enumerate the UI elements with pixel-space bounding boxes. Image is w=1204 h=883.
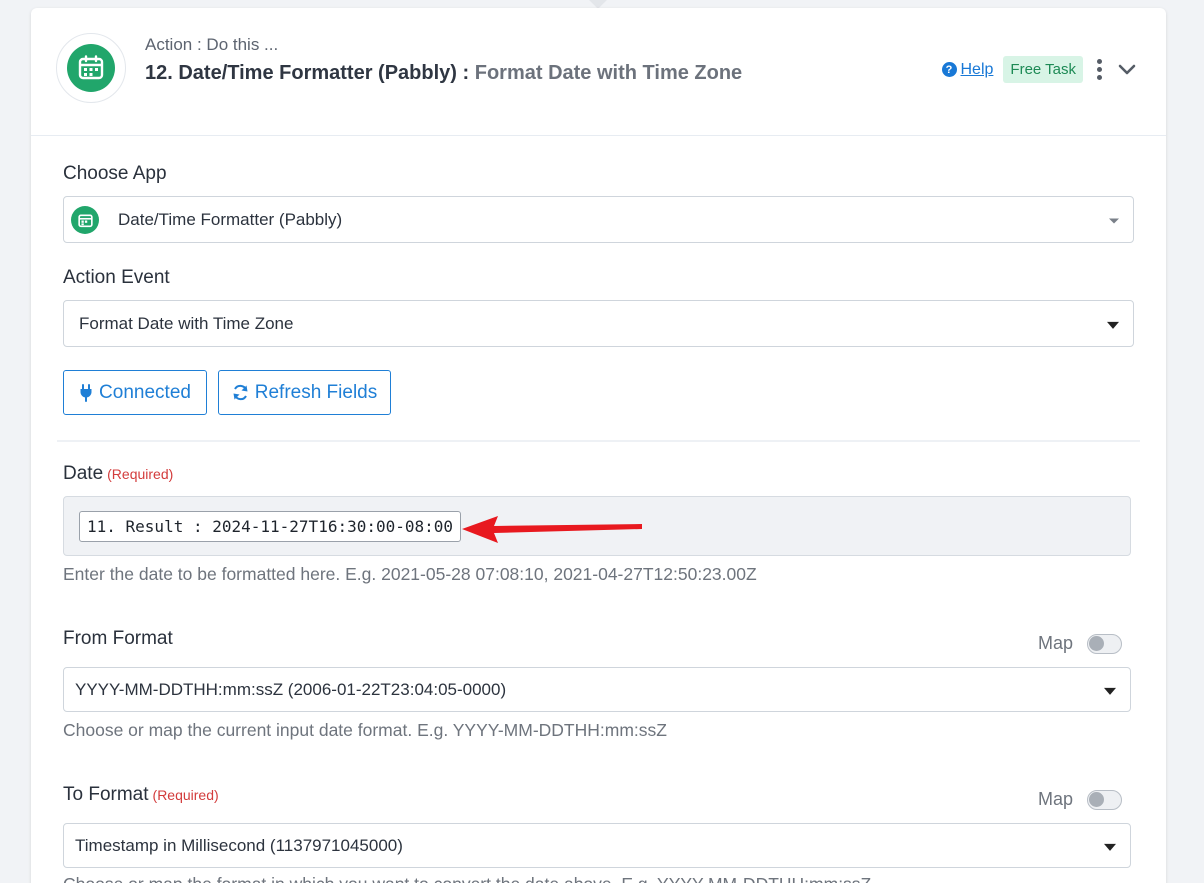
caret-down-icon — [1104, 687, 1116, 695]
map-label: Map — [1038, 633, 1074, 653]
to-format-select[interactable]: Timestamp in Millisecond (1137971045000) — [63, 823, 1131, 868]
question-icon: ? — [941, 62, 957, 77]
to-format-label: To Format (Required) — [63, 784, 219, 805]
step-app-name: 12. Date/Time Formatter (Pabbly) : — [145, 62, 470, 84]
to-format-hint: Choose or map the format in which you wa… — [63, 874, 871, 883]
caret-down-icon — [1107, 321, 1119, 329]
choose-app-select[interactable]: Date/Time Formatter (Pabbly) — [63, 196, 1134, 243]
plug-icon — [80, 383, 92, 402]
choose-app-value: Date/Time Formatter (Pabbly) — [118, 209, 343, 229]
free-task-badge: Free Task — [1003, 56, 1083, 83]
from-format-select[interactable]: YYYY-MM-DDTHH:mm:ssZ (2006-01-22T23:04:0… — [63, 667, 1131, 712]
from-format-map-toggle[interactable] — [1087, 633, 1123, 654]
action-step-card: Action : Do this ... 12. Date/Time Forma… — [31, 8, 1166, 883]
connected-button[interactable]: Connected — [63, 370, 207, 415]
action-event-label: Action Event — [63, 267, 170, 288]
section-divider — [57, 440, 1140, 442]
step-title: 12. Date/Time Formatter (Pabbly) : Forma… — [145, 59, 745, 87]
step-subtitle: Action : Do this ... — [145, 35, 279, 54]
calendar-icon — [78, 55, 104, 80]
caret-down-icon — [1104, 843, 1116, 851]
more-options-icon[interactable] — [1093, 59, 1106, 80]
from-format-value: YYYY-MM-DDTHH:mm:ssZ (2006-01-22T23:04:0… — [75, 679, 507, 699]
step-header[interactable]: Action : Do this ... 12. Date/Time Forma… — [31, 8, 1166, 136]
refresh-fields-button[interactable]: Refresh Fields — [218, 370, 391, 415]
to-format-map: Map — [1038, 789, 1123, 810]
choose-app-label: Choose App — [63, 163, 167, 184]
required-marker: (Required) — [107, 466, 174, 482]
action-event-select[interactable]: Format Date with Time Zone — [63, 300, 1134, 347]
help-link[interactable]: ? Help — [941, 61, 993, 79]
annotation-arrow — [462, 516, 642, 543]
caret-down-icon — [1109, 218, 1119, 223]
mapped-field-token[interactable]: 11. Result : 2024-11-27T16:30:00-08:00 — [79, 511, 462, 542]
from-format-map: Map — [1038, 633, 1123, 654]
to-format-map-toggle[interactable] — [1087, 789, 1123, 810]
from-format-label: From Format — [63, 628, 173, 649]
from-format-hint: Choose or map the current input date for… — [63, 720, 667, 740]
date-hint: Enter the date to be formatted here. E.g… — [63, 564, 757, 584]
step-event-name: Format Date with Time Zone — [474, 62, 743, 84]
app-calendar-icon — [71, 206, 99, 234]
to-format-value: Timestamp in Millisecond (1137971045000) — [75, 835, 403, 855]
refresh-icon — [233, 384, 248, 401]
action-event-value: Format Date with Time Zone — [79, 313, 294, 333]
chevron-down-icon[interactable] — [1116, 59, 1138, 81]
app-logo — [56, 33, 126, 103]
map-label: Map — [1038, 789, 1074, 809]
date-label: Date (Required) — [63, 463, 174, 484]
required-marker: (Required) — [152, 787, 219, 803]
